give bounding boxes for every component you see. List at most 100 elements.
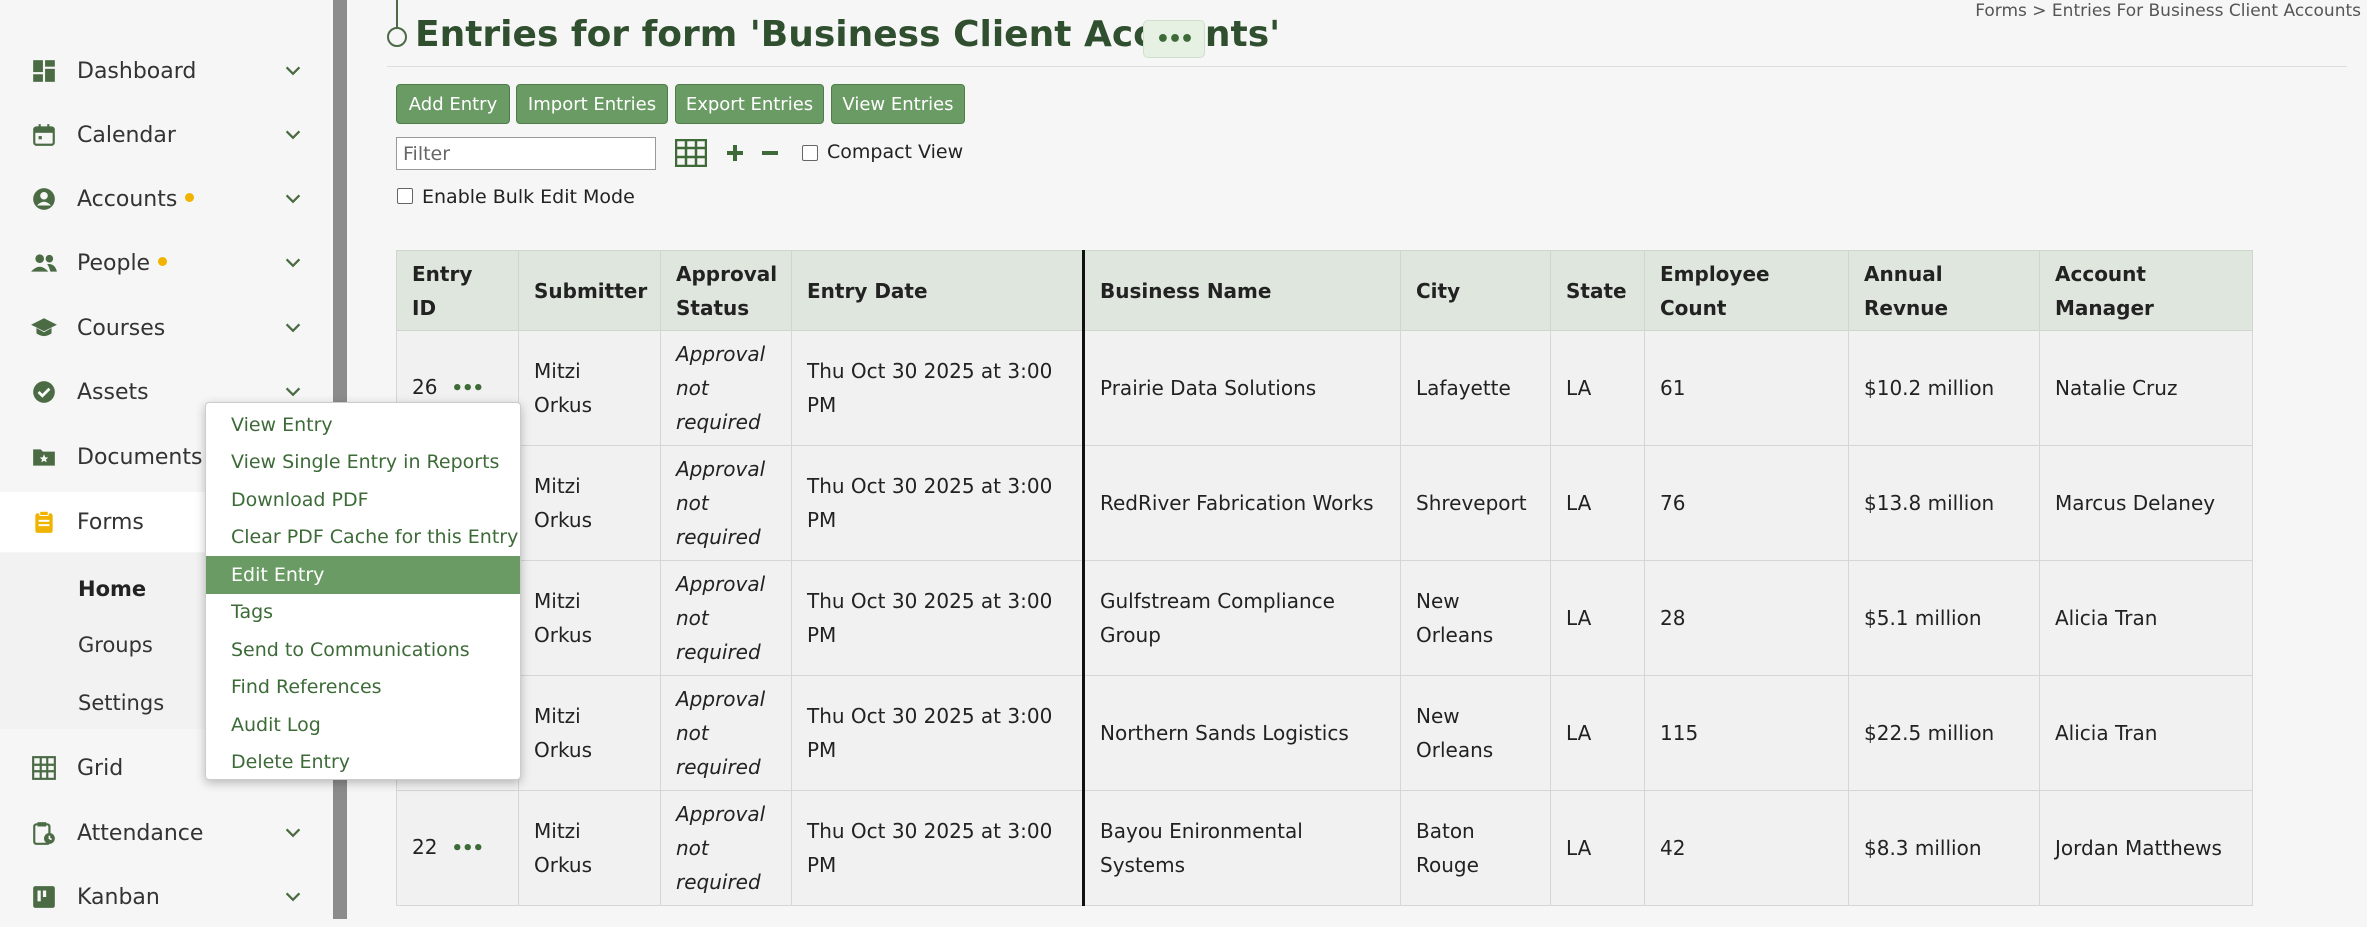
sidebar-item-attendance[interactable]: Attendance [0,803,333,863]
plus-icon[interactable] [724,142,746,164]
menu-item-find-references[interactable]: Find References [206,669,520,707]
manager-cell: Alicia Tran [2039,560,2253,676]
sidebar-item-label: Calendar [77,122,176,148]
chevron-down-icon[interactable] [282,822,304,844]
date-cell: Thu Oct 30 2025 at 3:00 PM [791,675,1084,791]
calendar-icon [30,121,58,149]
menu-item-audit-log[interactable]: Audit Log [206,706,520,744]
menu-item-view-entry[interactable]: View Entry [206,406,520,444]
notification-dot [185,193,195,202]
sidebar-item-label: Documents [77,444,203,470]
state-cell: LA [1550,445,1645,561]
folder-star-icon [30,443,58,471]
employee-count-cell: 42 [1644,790,1849,906]
view-entries-button[interactable]: View Entries [831,84,965,124]
title-more-button[interactable]: ••• [1143,20,1205,58]
clipboard-icon [30,508,58,536]
minus-icon[interactable] [759,142,781,164]
submitter-cell: Mitzi Orkus [518,560,661,676]
city-cell: Lafayette [1400,330,1551,446]
divider [387,66,2347,67]
export-entries-button[interactable]: Export Entries [675,84,824,124]
employee-count-cell: 28 [1644,560,1849,676]
column-header[interactable]: State [1550,250,1645,331]
sidebar-item-people[interactable]: People [0,233,333,293]
column-header[interactable]: Submitter [518,250,661,331]
chevron-down-icon[interactable] [282,317,304,339]
row-actions-button[interactable]: ••• [451,838,484,859]
menu-item-tags[interactable]: Tags [206,594,520,632]
city-cell: New Orleans [1400,560,1551,676]
table-row[interactable]: 25••• Mitzi Orkus Approval not required … [396,445,2253,561]
menu-item-view-single-entry-in-reports[interactable]: View Single Entry in Reports [206,444,520,482]
sidebar-item-accounts[interactable]: Accounts [0,169,333,229]
chevron-down-icon[interactable] [282,886,304,908]
sidebar-item-label: Courses [77,315,166,341]
table-row[interactable]: 23••• Mitzi Orkus Approval not required … [396,675,2253,791]
business-cell: Prairie Data Solutions [1082,330,1401,446]
entry-id: 22 [412,835,438,859]
column-header[interactable]: City [1400,250,1551,331]
table-header-row: Entry ID Submitter Approval Status Entry… [396,250,2253,331]
column-header[interactable]: Employee Count [1644,250,1849,331]
compact-view-checkbox[interactable] [802,145,818,161]
sidebar-item-calendar[interactable]: Calendar [0,105,333,165]
column-header[interactable]: Entry Date [791,250,1084,331]
sidebar-item-label: Grid [77,755,124,781]
chevron-down-icon[interactable] [282,124,304,146]
date-cell: Thu Oct 30 2025 at 3:00 PM [791,445,1084,561]
chevron-down-icon[interactable] [282,188,304,210]
revenue-cell: $5.1 million [1848,560,2040,676]
column-header[interactable]: Entry ID [396,250,519,331]
check-circle-icon [30,378,58,406]
chevron-down-icon[interactable] [282,60,304,82]
column-header[interactable]: Approval Status [660,250,792,331]
table-row[interactable]: 26 ••• Mitzi Orkus Approval not required … [396,330,2253,446]
menu-item-edit-entry[interactable]: Edit Entry [206,556,520,594]
sidebar-item-label: Dashboard [77,58,197,84]
row-actions-button[interactable]: ••• [451,378,484,399]
menu-item-delete-entry[interactable]: Delete Entry [206,744,520,782]
state-cell: LA [1550,330,1645,446]
menu-item-send-to-communications[interactable]: Send to Communications [206,631,520,669]
employee-count-cell: 76 [1644,445,1849,561]
table-icon[interactable] [675,139,707,167]
menu-item-clear-pdf-cache[interactable]: Clear PDF Cache for this Entry [206,519,520,557]
city-cell: New Orleans [1400,675,1551,791]
revenue-cell: $13.8 million [1848,445,2040,561]
graduation-cap-icon [30,314,58,342]
sidebar-item-dashboard[interactable]: Dashboard [0,41,333,101]
menu-item-download-pdf[interactable]: Download PDF [206,481,520,519]
bulk-edit-label: Enable Bulk Edit Mode [422,186,635,208]
add-entry-button[interactable]: Add Entry [396,84,510,124]
table-row[interactable]: 22 ••• Mitzi Orkus Approval not required … [396,790,2253,906]
submitter-cell: Mitzi Orkus [518,445,661,561]
sidebar-item-kanban[interactable]: Kanban [0,867,333,927]
business-cell: Gulfstream Compliance Group [1082,560,1401,676]
revenue-cell: $22.5 million [1848,675,2040,791]
filter-input[interactable] [396,137,656,170]
dashboard-icon [30,57,58,85]
sidebar-item-label: Attendance [77,820,204,846]
clipboard-clock-icon [30,819,58,847]
column-header[interactable]: Business Name [1082,250,1401,331]
kanban-icon [30,883,58,911]
table-row[interactable]: 24••• Mitzi Orkus Approval not required … [396,560,2253,676]
column-header[interactable]: Account Manager [2039,250,2253,331]
bulk-edit-checkbox[interactable] [397,188,413,204]
employee-count-cell: 61 [1644,330,1849,446]
date-cell: Thu Oct 30 2025 at 3:00 PM [791,790,1084,906]
timeline-line [396,0,398,28]
breadcrumb[interactable]: Forms > Entries For Business Client Acco… [1975,1,2361,21]
manager-cell: Marcus Delaney [2039,445,2253,561]
column-header[interactable]: Annual Revnue [1848,250,2040,331]
row-context-menu: View Entry View Single Entry in Reports … [205,402,521,780]
import-entries-button[interactable]: Import Entries [516,84,668,124]
submitter-cell: Mitzi Orkus [518,330,661,446]
manager-cell: Jordan Matthews [2039,790,2253,906]
chevron-down-icon[interactable] [282,381,304,403]
chevron-down-icon[interactable] [282,252,304,274]
city-cell: Shreveport [1400,445,1551,561]
entries-table: Entry ID Submitter Approval Status Entry… [396,250,2253,906]
sidebar-item-courses[interactable]: Courses [0,298,333,358]
